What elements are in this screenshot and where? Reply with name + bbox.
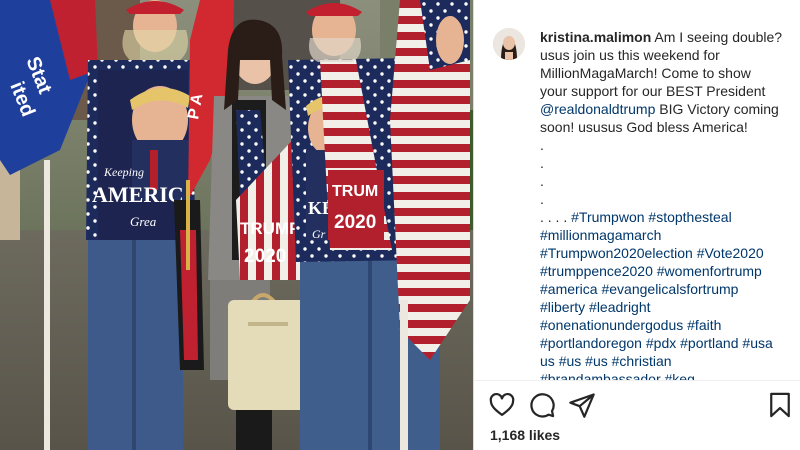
caption-line: #millionmagamarch bbox=[540, 226, 790, 244]
caption-link[interactable]: #leadright bbox=[589, 299, 651, 315]
caption-text: . bbox=[540, 191, 544, 207]
caption-text: soon! ususus God bless America! bbox=[540, 119, 748, 135]
post-side-panel: kristina.malimon Am I seeing double? usus… bbox=[474, 0, 800, 450]
caption-link[interactable]: #brandambassador #keg bbox=[540, 371, 695, 380]
caption-text: your support for our BEST President bbox=[540, 83, 766, 99]
caption-line: #trumppence2020 #womenfortrump bbox=[540, 262, 790, 280]
caption-text: . bbox=[540, 137, 544, 153]
scarf-text-right-2: 2020 bbox=[334, 212, 376, 233]
caption-line: . bbox=[540, 154, 790, 172]
caption-link[interactable]: #evangelicalsfortrump bbox=[601, 281, 738, 297]
shirt2-text-b: Gr bbox=[312, 227, 326, 241]
caption-link[interactable]: #onenationundergodus bbox=[540, 317, 683, 333]
caption-line: soon! ususus God bless America! bbox=[540, 118, 790, 136]
shirt-text-3: Grea bbox=[130, 214, 157, 229]
caption-link[interactable]: #Vote2020 bbox=[697, 245, 764, 261]
scarf-text-right-1: TRUM bbox=[332, 183, 378, 200]
caption-link[interactable]: #womenfortrump bbox=[657, 263, 762, 279]
caption-link[interactable]: us bbox=[540, 353, 555, 369]
caption-link[interactable]: #liberty bbox=[540, 299, 585, 315]
heart-icon bbox=[489, 392, 515, 417]
caption-text: . . . . bbox=[540, 209, 572, 225]
post-photo[interactable]: ited Stat Keeping AMERIC Grea P A TRUMP … bbox=[0, 0, 474, 450]
post-actions bbox=[474, 389, 800, 421]
caption-link[interactable]: #america bbox=[540, 281, 598, 297]
caption-body: Am I seeing double? usus join us this wee… bbox=[540, 29, 790, 380]
caption-link[interactable]: @realdonaldtrump bbox=[540, 101, 655, 117]
caption-line: #onenationundergodus #faith bbox=[540, 316, 790, 334]
caption-line: #brandambassador #keg bbox=[540, 370, 790, 380]
caption-text: usus join us this weekend for bbox=[540, 47, 720, 63]
caption-line: . . . . #Trumpwon #stopthesteal bbox=[540, 208, 790, 226]
likes-count[interactable]: 1,168 likes bbox=[490, 427, 560, 443]
caption-text: MillionMagaMarch! Come to show bbox=[540, 65, 751, 81]
caption-line: . bbox=[540, 172, 790, 190]
caption-line: #america #evangelicalsfortrump bbox=[540, 280, 790, 298]
caption-line: . bbox=[540, 190, 790, 208]
caption-link[interactable]: #Trumpwon bbox=[571, 209, 644, 225]
comment-button[interactable] bbox=[528, 391, 556, 419]
avatar-image bbox=[493, 28, 525, 60]
caption-link[interactable]: #pdx bbox=[646, 335, 676, 351]
scarf-text-left-1: TRUMP bbox=[240, 219, 300, 238]
shirt-text-2: AMERIC bbox=[92, 182, 184, 207]
caption-line: your support for our BEST President bbox=[540, 82, 790, 100]
caption-line: #Trumpwon2020election #Vote2020 bbox=[540, 244, 790, 262]
caption-link[interactable]: #trumppence2020 bbox=[540, 263, 653, 279]
caption-link[interactable]: #us bbox=[559, 353, 582, 369]
caption-link[interactable]: #christian bbox=[612, 353, 672, 369]
caption-text: . bbox=[540, 155, 544, 171]
username-link[interactable]: kristina.malimon bbox=[540, 29, 651, 45]
avatar[interactable] bbox=[493, 28, 525, 60]
caption-link[interactable]: #usa bbox=[742, 335, 772, 351]
shirt-text-1: Keeping bbox=[103, 165, 144, 179]
caption-link[interactable]: #millionmagamarch bbox=[540, 227, 661, 243]
post-caption: kristina.malimon Am I seeing double? usus… bbox=[540, 28, 790, 380]
caption-link[interactable]: #portland bbox=[680, 335, 738, 351]
share-button[interactable] bbox=[568, 391, 596, 419]
caption-line: . bbox=[540, 136, 790, 154]
caption-line: usus join us this weekend for bbox=[540, 46, 790, 64]
caption-scroll-area[interactable]: kristina.malimon Am I seeing double? usus… bbox=[474, 0, 800, 380]
caption-line: @realdonaldtrump BIG Victory coming bbox=[540, 100, 790, 118]
caption-line: us #us #us #christian bbox=[540, 352, 790, 370]
caption-line: #liberty #leadright bbox=[540, 298, 790, 316]
actions-divider bbox=[474, 380, 800, 381]
caption-link[interactable]: #us bbox=[585, 353, 608, 369]
scarf-text-left-2: 2020 bbox=[244, 246, 286, 267]
paper-plane-icon bbox=[569, 393, 595, 418]
caption-link[interactable]: #portlandoregon bbox=[540, 335, 642, 351]
caption-line: MillionMagaMarch! Come to show bbox=[540, 64, 790, 82]
caption-link[interactable]: #Trumpwon2020election bbox=[540, 245, 693, 261]
photo-scene: ited Stat Keeping AMERIC Grea P A TRUMP … bbox=[0, 0, 474, 450]
caption-line: Am I seeing double? bbox=[654, 29, 782, 45]
comment-bubble-icon bbox=[530, 393, 555, 418]
caption-text: . bbox=[540, 173, 544, 189]
like-button[interactable] bbox=[488, 391, 516, 419]
caption-text: BIG Victory coming bbox=[655, 101, 779, 117]
caption-line: #portlandoregon #pdx #portland #usa bbox=[540, 334, 790, 352]
caption-text: Am I seeing double? bbox=[654, 29, 783, 45]
bookmark-icon bbox=[770, 392, 790, 418]
save-button[interactable] bbox=[766, 391, 794, 419]
caption-link[interactable]: #stopthesteal bbox=[648, 209, 731, 225]
caption-link[interactable]: #faith bbox=[687, 317, 721, 333]
